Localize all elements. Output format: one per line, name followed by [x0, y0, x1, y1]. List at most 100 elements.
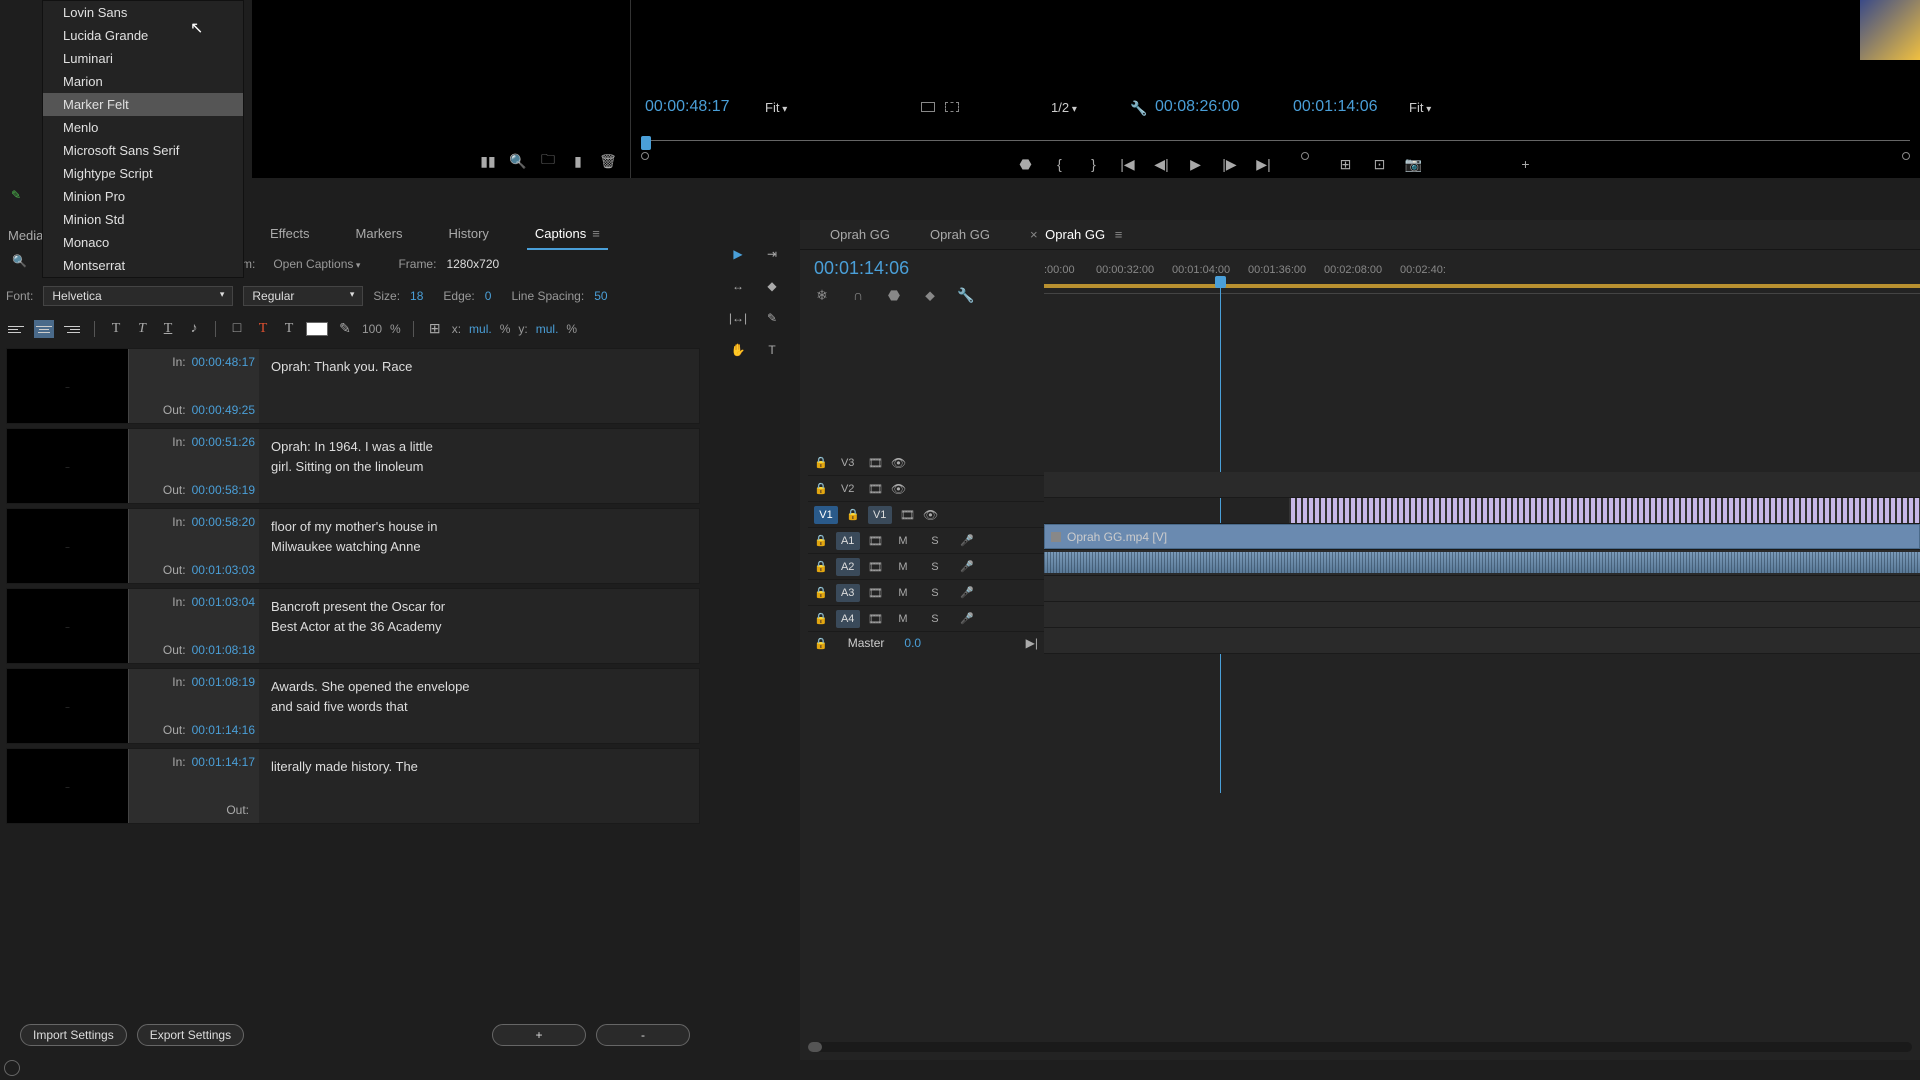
font-item-lucida-grande[interactable]: Lucida Grande	[43, 24, 243, 47]
source-v1-toggle[interactable]: V1	[814, 506, 838, 524]
scrollbar-thumb[interactable]	[808, 1042, 822, 1052]
caption-text[interactable]: Awards. She opened the envelopeand said …	[259, 669, 699, 743]
track-select-tool-icon[interactable]: ⇥	[760, 242, 784, 266]
solo-button[interactable]: S	[923, 532, 947, 550]
eyedropper-icon[interactable]: ✎	[336, 320, 354, 338]
mute-button[interactable]: M	[891, 532, 915, 550]
font-select[interactable]: Helvetica	[43, 286, 233, 306]
settings-wrench-icon[interactable]: 🔧	[958, 287, 974, 303]
sequence-menu-icon[interactable]: ≡	[1115, 227, 1123, 242]
caption-row[interactable]: — In:00:00:58:20 Out:00:01:03:03 floor o…	[6, 508, 700, 584]
toggle-output-icon[interactable]: 🎞	[868, 534, 883, 548]
caption-row[interactable]: — In:00:01:08:19 Out:00:01:14:16 Awards.…	[6, 668, 700, 744]
in-tc[interactable]: 00:01:14:17	[192, 755, 255, 769]
eye-icon[interactable]: 👁	[923, 508, 938, 522]
remove-caption-button[interactable]: -	[596, 1024, 690, 1046]
mark-in-icon[interactable]: {	[1052, 156, 1068, 172]
align-left-button[interactable]	[6, 320, 26, 338]
source-tc[interactable]: 00:00:48:17	[645, 98, 730, 116]
overwrite-icon[interactable]: ⊡	[1372, 156, 1388, 172]
monitor-timebar[interactable]	[641, 140, 1910, 156]
text-music-button[interactable]: ♪	[185, 320, 203, 338]
wrench-icon[interactable]: 🔧	[1131, 100, 1147, 116]
font-item-lovin-sans[interactable]: Lovin Sans	[43, 1, 243, 24]
toggle-output-icon[interactable]: 🎞	[868, 456, 883, 470]
font-item-minion-pro[interactable]: Minion Pro	[43, 185, 243, 208]
caption-text[interactable]: Oprah: Thank you. Race	[259, 349, 699, 423]
solo-button[interactable]: S	[923, 610, 947, 628]
pen-tool-icon[interactable]: ✎	[11, 188, 31, 208]
caption-text[interactable]: floor of my mother's house inMilwaukee w…	[259, 509, 699, 583]
folder-icon[interactable]: 🗀	[540, 153, 556, 169]
track-label-a3[interactable]: A3	[836, 584, 860, 602]
linespacing-value[interactable]: 50	[594, 289, 607, 303]
font-item-marker-felt[interactable]: Marker Felt	[43, 93, 243, 116]
safe-margins-half-icon[interactable]	[945, 102, 959, 112]
tab-captions[interactable]: Captions≡	[527, 220, 608, 250]
caption-text[interactable]: Bancroft present the Oscar forBest Actor…	[259, 589, 699, 663]
import-settings-button[interactable]: Import Settings	[20, 1024, 127, 1046]
panel-menu-icon[interactable]: ≡	[592, 226, 600, 241]
bookmark-icon[interactable]: ▮	[570, 153, 586, 169]
out-tc[interactable]: 00:01:14:16	[192, 723, 255, 737]
mute-button[interactable]: M	[891, 558, 915, 576]
selection-tool-icon[interactable]: ▶	[726, 242, 750, 266]
type-tool-icon[interactable]: T	[760, 338, 784, 362]
hand-tool-icon[interactable]: ✋	[726, 338, 750, 362]
caption-text[interactable]: literally made history. The	[259, 749, 699, 823]
track-header-v1[interactable]: V1 🔒 V1 🎞 👁	[808, 502, 1044, 528]
pen-tool-icon[interactable]: ✎	[760, 306, 784, 330]
track-header-a2[interactable]: 🔒 A2 🎞 M S 🎤	[808, 554, 1044, 580]
lock-icon[interactable]: 🔒	[814, 612, 828, 625]
y-value[interactable]: mul.	[536, 322, 559, 336]
bg-color-swatch[interactable]	[306, 322, 328, 336]
font-item-menlo[interactable]: Menlo	[43, 116, 243, 139]
font-item-minion-std[interactable]: Minion Std	[43, 208, 243, 231]
timeline-ruler[interactable]: :00:00 00:00:32:00 00:01:04:00 00:01:36:…	[1044, 260, 1920, 294]
program-zoom-select[interactable]: 1/2	[1051, 100, 1077, 115]
toggle-output-icon[interactable]: 🎞	[868, 586, 883, 600]
font-item-marion[interactable]: Marion	[43, 70, 243, 93]
in-tc[interactable]: 00:01:08:19	[192, 675, 255, 689]
tab-history[interactable]: History	[440, 220, 496, 250]
sequence-tab-2[interactable]: Oprah GG	[920, 222, 1000, 247]
lock-icon[interactable]: 🔒	[814, 586, 828, 599]
text-underline-button[interactable]: T	[159, 320, 177, 338]
program-fit-select[interactable]: Fit	[1409, 100, 1431, 115]
track-label-a2[interactable]: A2	[836, 558, 860, 576]
text-plain-button[interactable]: T	[107, 320, 125, 338]
toggle-output-icon[interactable]: 🎞	[868, 612, 883, 626]
trash-icon[interactable]: 🗑	[600, 153, 616, 169]
a2-track[interactable]	[1044, 576, 1920, 602]
export-settings-button[interactable]: Export Settings	[137, 1024, 244, 1046]
insert-icon[interactable]: ⊞	[1338, 156, 1354, 172]
track-label-v3[interactable]: V3	[836, 454, 860, 472]
eye-icon[interactable]: 👁	[891, 482, 906, 496]
razor-tool-icon[interactable]: ◆	[760, 274, 784, 298]
bars-icon[interactable]: ▮▮	[480, 153, 496, 169]
font-dropdown-menu[interactable]: Lovin Sans Lucida Grande Luminari Marion…	[42, 0, 244, 278]
caption-row[interactable]: — In:00:00:51:26 Out:00:00:58:19 Oprah: …	[6, 428, 700, 504]
in-tc[interactable]: 00:00:58:20	[192, 515, 255, 529]
play-icon[interactable]: ▶	[1188, 156, 1204, 172]
mute-button[interactable]: M	[891, 584, 915, 602]
snap-icon[interactable]: ❄	[814, 287, 830, 303]
out-tc[interactable]: 00:00:49:25	[192, 403, 255, 417]
stream-select[interactable]: Open Captions	[265, 255, 368, 273]
lock-icon[interactable]: 🔒	[814, 534, 828, 547]
mute-button[interactable]: M	[891, 610, 915, 628]
caption-list[interactable]: — In:00:00:48:17 Out:00:00:49:25 Oprah: …	[6, 348, 700, 1020]
voice-over-icon[interactable]: 🎤	[955, 558, 979, 576]
v1-track[interactable]: Oprah GG.mp4 [V]	[1044, 524, 1920, 550]
lock-icon[interactable]: 🔒	[814, 482, 828, 495]
track-label-v2[interactable]: V2	[836, 480, 860, 498]
solo-button[interactable]: S	[923, 584, 947, 602]
opacity-value[interactable]: 100	[362, 322, 382, 336]
track-header-a3[interactable]: 🔒 A3 🎞 M S 🎤	[808, 580, 1044, 606]
work-area-bar[interactable]	[1044, 284, 1920, 288]
a4-track[interactable]	[1044, 628, 1920, 654]
toggle-output-icon[interactable]: 🎞	[868, 560, 883, 574]
position-grid-icon[interactable]: ⊞	[426, 320, 444, 338]
toggle-output-icon[interactable]: 🎞	[868, 482, 883, 496]
align-center-button[interactable]	[34, 320, 54, 338]
